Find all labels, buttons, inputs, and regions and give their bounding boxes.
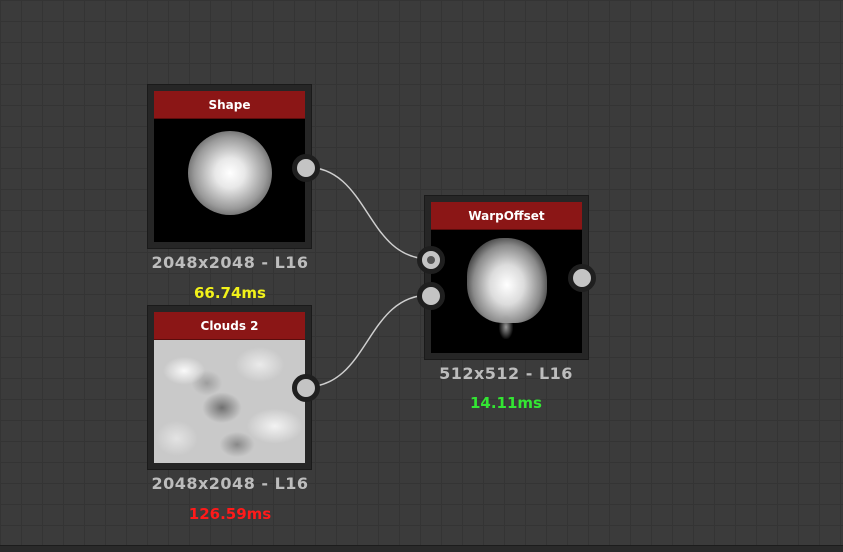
warpoffset-preview-image bbox=[431, 230, 582, 353]
bottom-panel-bar bbox=[0, 545, 843, 552]
warp-input-port-2[interactable] bbox=[417, 282, 445, 310]
shape-time: 66.74ms bbox=[193, 284, 266, 302]
warpoffset-node[interactable]: WarpOffset bbox=[424, 195, 589, 360]
clouds-time: 126.59ms bbox=[188, 505, 272, 523]
warp-resolution: 512x512 - L16 bbox=[439, 364, 573, 383]
clouds-resolution: 2048x2048 - L16 bbox=[151, 474, 309, 493]
shape-node[interactable]: Shape bbox=[147, 84, 312, 249]
clouds-node[interactable]: Clouds 2 bbox=[147, 305, 312, 470]
clouds-preview-image bbox=[154, 340, 305, 463]
node-title: WarpOffset bbox=[431, 202, 582, 230]
warp-input-port-1[interactable] bbox=[417, 246, 445, 274]
node-title: Shape bbox=[154, 91, 305, 119]
connection-wires bbox=[304, 166, 431, 388]
node-title: Clouds 2 bbox=[154, 312, 305, 340]
shape-preview-image bbox=[154, 119, 305, 242]
warp-time: 14.11ms bbox=[469, 394, 542, 412]
wire-shape-to-warp[interactable] bbox=[304, 166, 431, 260]
shape-resolution: 2048x2048 - L16 bbox=[151, 253, 309, 272]
shape-output-port[interactable] bbox=[292, 154, 320, 182]
clouds-output-port[interactable] bbox=[292, 374, 320, 402]
warp-output-port[interactable] bbox=[568, 264, 596, 292]
